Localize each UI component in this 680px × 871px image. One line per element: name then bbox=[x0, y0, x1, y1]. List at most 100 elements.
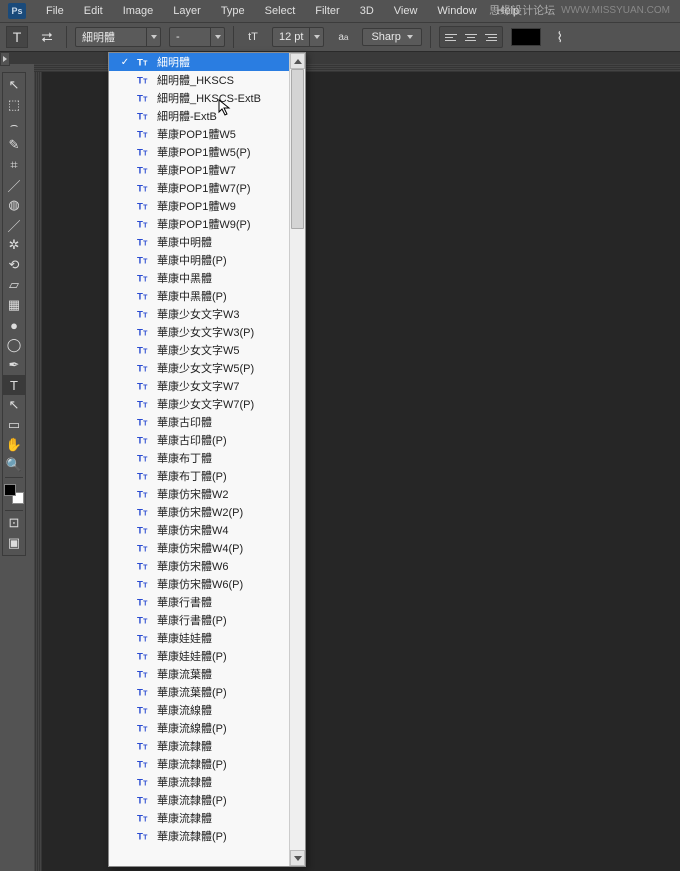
foreground-background-swatch[interactable] bbox=[4, 484, 24, 504]
panel-toggle-button[interactable] bbox=[0, 52, 10, 66]
tool-gradient[interactable]: ▦ bbox=[3, 295, 25, 315]
tool-blur[interactable]: ● bbox=[3, 315, 25, 335]
anti-alias-combo[interactable]: Sharp bbox=[362, 28, 421, 46]
tool-rectangle[interactable]: ▭ bbox=[3, 415, 25, 435]
font-option[interactable]: TT華康古印體(P) bbox=[109, 431, 289, 449]
font-option[interactable]: TT華康中黑體(P) bbox=[109, 287, 289, 305]
svg-text:T: T bbox=[137, 238, 143, 249]
font-option[interactable]: TT華康少女文字W7(P) bbox=[109, 395, 289, 413]
menu-filter[interactable]: Filter bbox=[305, 3, 349, 19]
menu-window[interactable]: Window bbox=[427, 3, 486, 19]
warp-text-button[interactable]: ⌇ bbox=[549, 26, 571, 48]
font-option[interactable]: TT華康少女文字W5 bbox=[109, 341, 289, 359]
font-option[interactable]: TT華康POP1體W9 bbox=[109, 197, 289, 215]
menu-type[interactable]: Type bbox=[211, 3, 255, 19]
font-option[interactable]: TT華康娃娃體 bbox=[109, 629, 289, 647]
font-option[interactable]: TT華康流隸體 bbox=[109, 737, 289, 755]
tool-hand[interactable]: ✋ bbox=[3, 435, 25, 455]
font-option[interactable]: TT華康少女文字W5(P) bbox=[109, 359, 289, 377]
font-option[interactable]: TT華康流隸體(P) bbox=[109, 791, 289, 809]
font-option[interactable]: TT華康中明體(P) bbox=[109, 251, 289, 269]
menu-image[interactable]: Image bbox=[113, 3, 164, 19]
font-option[interactable]: ✓TT細明體 bbox=[109, 53, 289, 71]
tool-marquee[interactable]: ⬚ bbox=[3, 95, 25, 115]
font-option[interactable]: TT華康中黑體 bbox=[109, 269, 289, 287]
align-left-button[interactable] bbox=[442, 29, 460, 45]
font-option[interactable]: TT華康少女文字W7 bbox=[109, 377, 289, 395]
tool-dodge[interactable]: ◯ bbox=[3, 335, 25, 355]
font-option[interactable]: TT華康仿宋體W4 bbox=[109, 521, 289, 539]
font-name-label: 華康POP1體W5 bbox=[157, 126, 236, 142]
font-option[interactable]: TT華康流隸體 bbox=[109, 809, 289, 827]
font-option[interactable]: TT華康行書體(P) bbox=[109, 611, 289, 629]
menu-3d[interactable]: 3D bbox=[350, 3, 384, 19]
font-size-combo[interactable]: 12 pt bbox=[272, 27, 324, 47]
align-right-button[interactable] bbox=[482, 29, 500, 45]
menu-view[interactable]: View bbox=[384, 3, 428, 19]
scroll-thumb[interactable] bbox=[291, 69, 304, 229]
scroll-up-button[interactable] bbox=[290, 53, 305, 69]
tool-clone[interactable]: ✲ bbox=[3, 235, 25, 255]
tool-eyedropper[interactable]: ／ bbox=[3, 175, 25, 195]
font-option[interactable]: TT華康流葉體 bbox=[109, 665, 289, 683]
font-option[interactable]: TT華康POP1體W5 bbox=[109, 125, 289, 143]
font-option[interactable]: TT華康布丁體(P) bbox=[109, 467, 289, 485]
font-option[interactable]: TT華康流隸體(P) bbox=[109, 755, 289, 773]
font-option[interactable]: TT華康少女文字W3 bbox=[109, 305, 289, 323]
font-option[interactable]: TT華康流隸體(P) bbox=[109, 827, 289, 845]
menu-layer[interactable]: Layer bbox=[163, 3, 211, 19]
font-option[interactable]: TT華康仿宋體W2(P) bbox=[109, 503, 289, 521]
scroll-down-button[interactable] bbox=[290, 850, 305, 866]
font-style-combo[interactable]: - bbox=[169, 27, 225, 47]
menu-edit[interactable]: Edit bbox=[74, 3, 113, 19]
font-option[interactable]: TT細明體-ExtB bbox=[109, 107, 289, 125]
font-option[interactable]: TT華康流線體(P) bbox=[109, 719, 289, 737]
tool-eraser[interactable]: ▱ bbox=[3, 275, 25, 295]
font-option[interactable]: TT華康流線體 bbox=[109, 701, 289, 719]
menu-file[interactable]: File bbox=[36, 3, 74, 19]
font-option[interactable]: TT華康仿宋體W2 bbox=[109, 485, 289, 503]
font-option[interactable]: TT華康POP1體W7(P) bbox=[109, 179, 289, 197]
tool-pen[interactable]: ✒ bbox=[3, 355, 25, 375]
tool-quick-mask[interactable]: ▣ bbox=[3, 533, 25, 553]
font-list[interactable]: ✓TT細明體TT細明體_HKSCSTT細明體_HKSCS-ExtBTT細明體-E… bbox=[109, 53, 289, 866]
font-option[interactable]: TT華康行書體 bbox=[109, 593, 289, 611]
font-option[interactable]: TT華康仿宋體W6 bbox=[109, 557, 289, 575]
chevron-down-icon[interactable] bbox=[309, 28, 323, 46]
tool-zoom[interactable]: 🔍 bbox=[3, 455, 25, 475]
font-option[interactable]: TT華康POP1體W9(P) bbox=[109, 215, 289, 233]
tool-brush[interactable]: ／ bbox=[3, 215, 25, 235]
tool-quick-select[interactable]: ✎ bbox=[3, 135, 25, 155]
font-option[interactable]: TT細明體_HKSCS bbox=[109, 71, 289, 89]
font-option[interactable]: TT華康中明體 bbox=[109, 233, 289, 251]
font-option[interactable]: TT華康少女文字W3(P) bbox=[109, 323, 289, 341]
font-option[interactable]: TT華康POP1體W5(P) bbox=[109, 143, 289, 161]
font-option[interactable]: TT華康仿宋體W6(P) bbox=[109, 575, 289, 593]
font-option[interactable]: TT華康布丁體 bbox=[109, 449, 289, 467]
font-option[interactable]: TT華康古印體 bbox=[109, 413, 289, 431]
scrollbar[interactable] bbox=[289, 53, 305, 866]
text-color-swatch[interactable] bbox=[511, 28, 541, 46]
font-option[interactable]: TT華康流葉體(P) bbox=[109, 683, 289, 701]
font-option[interactable]: TT華康仿宋體W4(P) bbox=[109, 539, 289, 557]
font-option[interactable]: TT華康流隸體 bbox=[109, 773, 289, 791]
font-option[interactable]: TT細明體_HKSCS-ExtB bbox=[109, 89, 289, 107]
tool-lasso[interactable]: ⌢ bbox=[3, 115, 25, 135]
tool-crop[interactable]: ⌗ bbox=[3, 155, 25, 175]
text-orientation-toggle[interactable]: ⮂ bbox=[36, 26, 58, 48]
tool-history-brush[interactable]: ⟲ bbox=[3, 255, 25, 275]
font-option[interactable]: TT華康娃娃體(P) bbox=[109, 647, 289, 665]
chevron-down-icon[interactable] bbox=[210, 28, 224, 46]
tool-type[interactable]: T bbox=[3, 375, 25, 395]
font-family-combo[interactable]: 細明體 bbox=[75, 27, 161, 47]
tool-move[interactable]: ↖ bbox=[3, 75, 25, 95]
font-family-dropdown[interactable]: ✓TT細明體TT細明體_HKSCSTT細明體_HKSCS-ExtBTT細明體-E… bbox=[108, 52, 306, 867]
foreground-color[interactable] bbox=[4, 484, 16, 496]
tool-healing[interactable]: ◍ bbox=[3, 195, 25, 215]
tool-path-select[interactable]: ↖ bbox=[3, 395, 25, 415]
chevron-down-icon[interactable] bbox=[146, 28, 160, 46]
align-center-button[interactable] bbox=[462, 29, 480, 45]
menu-select[interactable]: Select bbox=[255, 3, 306, 19]
tool-edit-toolbar[interactable]: ⊡ bbox=[3, 513, 25, 533]
font-option[interactable]: TT華康POP1體W7 bbox=[109, 161, 289, 179]
